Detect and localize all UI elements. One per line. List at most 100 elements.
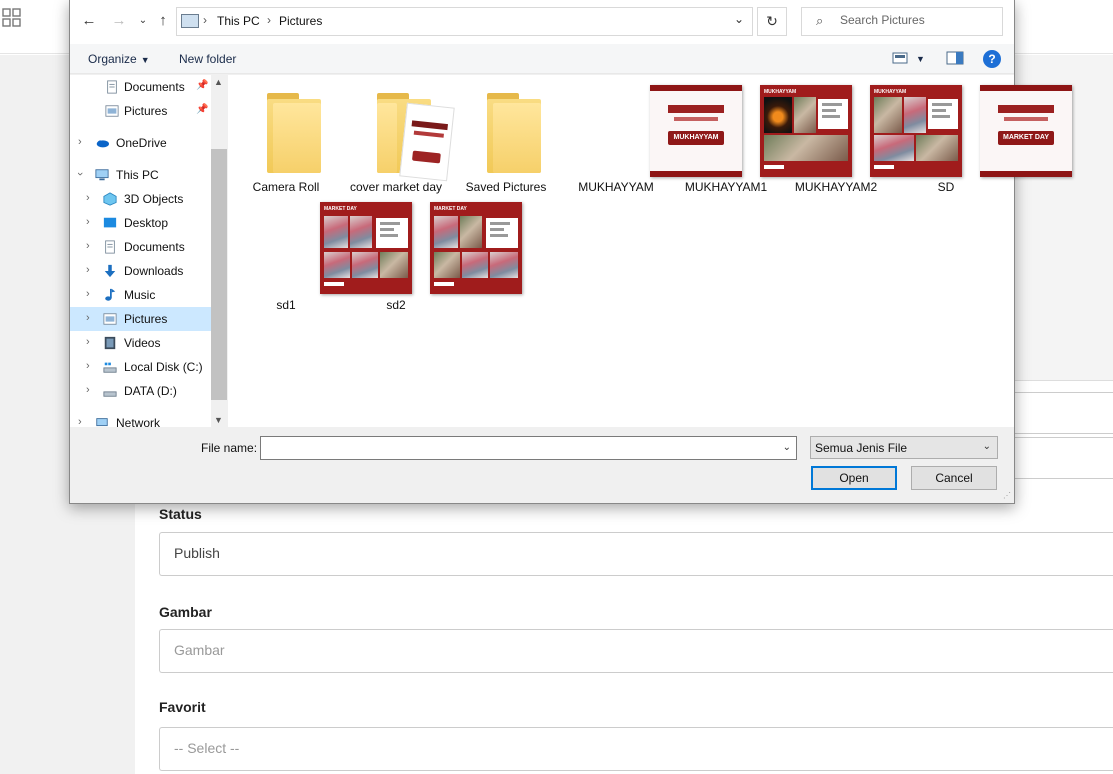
- nav-3d-objects[interactable]: › 3D Objects: [70, 187, 227, 211]
- chevron-right-icon[interactable]: ›: [86, 384, 90, 396]
- chevron-down-icon[interactable]: ⌄: [783, 442, 791, 453]
- file-name: MUKHAYYAM1: [684, 180, 768, 194]
- nav-this-pc[interactable]: › This PC: [70, 163, 227, 187]
- file-item[interactable]: MARKET DAY sd1: [231, 197, 412, 315]
- file-item[interactable]: Camera Roll: [231, 75, 341, 197]
- search-icon: ⌕: [816, 13, 824, 28]
- resize-grip-icon[interactable]: ⋰: [1003, 491, 1011, 500]
- nav-documents[interactable]: › Documents: [70, 235, 227, 259]
- file-item[interactable]: MUKHAYYAM MUKHAYYAM1: [671, 75, 852, 197]
- file-item[interactable]: cover market day: [341, 75, 455, 197]
- nav-data-drive[interactable]: › DATA (D:): [70, 379, 227, 403]
- file-name: MUKHAYYAM2: [794, 180, 878, 194]
- back-arrow-icon[interactable]: ←: [80, 12, 98, 30]
- file-name-combobox[interactable]: ⌄: [260, 436, 797, 460]
- favorit-select[interactable]: -- Select --: [159, 727, 1113, 771]
- nav-label: Network: [116, 416, 161, 427]
- cancel-button[interactable]: Cancel: [911, 466, 997, 490]
- file-item[interactable]: Saved Pictures: [451, 75, 561, 197]
- breadcrumb-pictures[interactable]: Pictures: [279, 14, 322, 28]
- nav-label: Music: [124, 288, 156, 302]
- chevron-right-icon[interactable]: ›: [86, 312, 90, 324]
- file-name-input[interactable]: [265, 440, 765, 454]
- chevron-right-icon[interactable]: ›: [78, 136, 82, 148]
- organize-menu[interactable]: Organize ▼: [88, 52, 150, 66]
- file-open-dialog: ← → ⌄ ↑ › This PC › Pictures ⌄ ↻ ⌕ Organ…: [69, 0, 1072, 504]
- status-label: Status: [159, 506, 202, 522]
- status-select[interactable]: Publish: [159, 532, 1113, 576]
- scroll-up-icon[interactable]: ▲: [214, 77, 223, 87]
- breadcrumb-this-pc[interactable]: This PC: [217, 14, 260, 28]
- breadcrumb-separator-icon[interactable]: ›: [203, 13, 207, 27]
- file-name: MUKHAYYAM: [578, 180, 654, 194]
- scrollbar-thumb[interactable]: [211, 149, 227, 400]
- file-item[interactable]: MUKHAYYAM MUKHAYYAM: [561, 75, 742, 197]
- nav-label: Documents: [124, 240, 185, 254]
- favorit-label: Favorit: [159, 699, 206, 715]
- folder-icon: [377, 93, 455, 182]
- pin-icon[interactable]: 📌: [196, 104, 208, 115]
- address-dropdown-icon[interactable]: ⌄: [734, 12, 744, 26]
- chevron-right-icon[interactable]: ›: [86, 288, 90, 300]
- nav-desktop[interactable]: › Desktop: [70, 211, 227, 235]
- breadcrumb-separator-icon[interactable]: ›: [267, 13, 271, 27]
- chevron-down-icon: ⌄: [982, 441, 991, 452]
- apps-grid-icon[interactable]: [2, 8, 22, 28]
- help-icon[interactable]: ?: [983, 50, 1001, 68]
- file-item[interactable]: MUKHAYYAM MUKHAYYAM2: [781, 75, 962, 197]
- nav-quick-documents[interactable]: Documents 📌: [70, 75, 227, 99]
- file-type-value: Semua Jenis File: [815, 441, 908, 455]
- organize-label: Organize: [88, 52, 137, 66]
- pin-icon[interactable]: 📌: [196, 80, 208, 91]
- address-box[interactable]: › This PC › Pictures ⌄: [176, 7, 753, 36]
- nav-network[interactable]: › Network: [70, 411, 227, 427]
- scroll-down-icon[interactable]: ▼: [214, 415, 223, 425]
- chevron-right-icon[interactable]: ›: [86, 264, 90, 276]
- open-button[interactable]: Open: [811, 466, 897, 490]
- chevron-right-icon[interactable]: ›: [86, 240, 90, 252]
- image-thumbnail: MARKET DAY: [980, 85, 1072, 177]
- nav-label: This PC: [116, 168, 159, 182]
- search-input[interactable]: [840, 13, 990, 27]
- chevron-right-icon[interactable]: ›: [86, 336, 90, 348]
- refresh-icon[interactable]: ↻: [757, 7, 787, 36]
- new-folder-button[interactable]: New folder: [179, 52, 236, 66]
- preview-pane-icon[interactable]: [946, 51, 964, 65]
- nav-music[interactable]: › Music: [70, 283, 227, 307]
- onedrive-icon: [96, 140, 109, 148]
- chevron-right-icon[interactable]: ›: [86, 216, 90, 228]
- image-thumbnail: MARKET DAY: [430, 202, 522, 294]
- nav-quick-pictures[interactable]: Pictures 📌: [70, 99, 227, 123]
- chevron-down-icon[interactable]: ›: [74, 172, 86, 176]
- recent-locations-chevron-icon[interactable]: ⌄: [134, 12, 152, 30]
- file-item[interactable]: MARKET DAY SD: [891, 75, 1072, 197]
- chevron-right-icon[interactable]: ›: [78, 416, 82, 427]
- nav-downloads[interactable]: › Downloads: [70, 259, 227, 283]
- nav-local-disk[interactable]: › Local Disk (C:): [70, 355, 227, 379]
- view-options-icon[interactable]: [892, 51, 908, 65]
- nav-label: Downloads: [124, 264, 184, 278]
- documents-icon: [107, 80, 117, 94]
- search-box[interactable]: ⌕: [801, 7, 1003, 36]
- chevron-right-icon[interactable]: ›: [86, 360, 90, 372]
- nav-videos[interactable]: › Videos: [70, 331, 227, 355]
- file-name: sd1: [276, 298, 296, 312]
- hidden-field-1[interactable]: [1013, 392, 1113, 434]
- gambar-input[interactable]: Gambar: [159, 629, 1113, 673]
- file-type-select[interactable]: Semua Jenis File ⌄: [810, 436, 998, 459]
- file-item[interactable]: MARKET DAY sd2: [341, 197, 522, 315]
- view-dropdown-icon[interactable]: ▼: [916, 54, 925, 64]
- nav-label: Pictures: [124, 104, 168, 118]
- hidden-field-2[interactable]: [1013, 437, 1113, 479]
- nav-onedrive[interactable]: › OneDrive: [70, 131, 227, 155]
- drive-icon: [103, 391, 117, 397]
- forward-arrow-icon[interactable]: →: [110, 12, 128, 30]
- nav-scrollbar[interactable]: ▲ ▼: [211, 75, 227, 427]
- nav-pictures[interactable]: › Pictures: [70, 307, 227, 331]
- chevron-right-icon[interactable]: ›: [86, 192, 90, 204]
- up-arrow-icon[interactable]: ↑: [154, 12, 172, 30]
- pictures-icon: [103, 313, 117, 325]
- nav-label: Local Disk (C:): [124, 360, 203, 374]
- file-name: cover market day: [349, 180, 443, 194]
- file-name: Saved Pictures: [465, 180, 547, 194]
